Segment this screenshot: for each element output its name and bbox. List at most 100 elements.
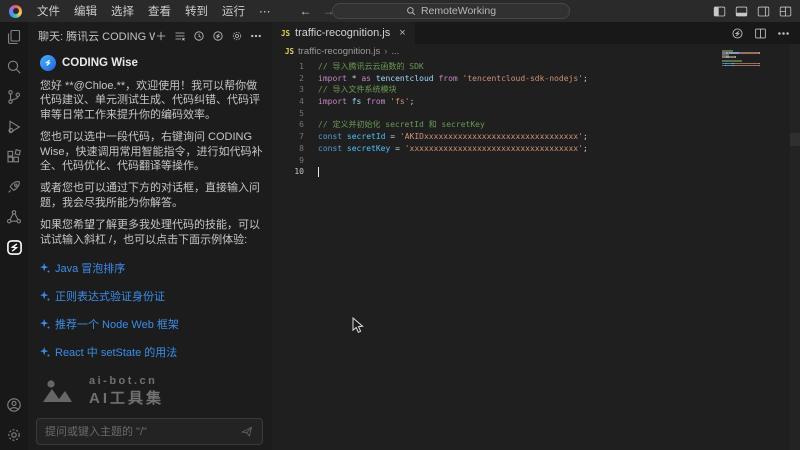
chat-panel-header: 聊天: 腾讯云 CODING WISE [28, 22, 272, 46]
example-links: Java 冒泡排序 正则表达式验证身份证 推荐一个 Node Web 框架 Re… [40, 260, 263, 360]
watermark-line1: ai-bot.cn [89, 375, 164, 387]
chat-input[interactable] [45, 426, 234, 438]
send-icon[interactable] [240, 425, 254, 438]
menu-bar: 文件 编辑 选择 查看 转到 运行 ⋯ [30, 3, 278, 19]
line-number: 1 [272, 61, 304, 73]
code-line[interactable]: 9 [272, 155, 800, 167]
toggle-secondary-sidebar-icon[interactable] [757, 5, 770, 18]
menu-more[interactable]: ⋯ [252, 4, 278, 18]
breadcrumb-file[interactable]: traffic-recognition.js [298, 46, 380, 57]
menu-edit[interactable]: 编辑 [67, 3, 104, 19]
share-icon[interactable] [0, 202, 28, 232]
assistant-name: CODING Wise [62, 57, 138, 69]
title-bar: 文件 编辑 选择 查看 转到 运行 ⋯ ← → RemoteWorking [0, 0, 800, 22]
chat-paragraph: 您好 **@Chloe.**，欢迎使用！我可以帮你做代码建议、单元测试生成、代码… [40, 79, 263, 122]
scrollbar[interactable] [790, 44, 800, 450]
split-editor-icon[interactable] [754, 27, 767, 40]
customize-layout-icon[interactable] [779, 5, 792, 18]
rocket-icon[interactable] [0, 172, 28, 202]
menu-go[interactable]: 转到 [178, 3, 215, 19]
history-icon[interactable] [193, 30, 205, 42]
breadcrumb-symbol[interactable]: ... [391, 46, 399, 57]
editor-actions [731, 22, 790, 44]
js-file-icon: JS [281, 29, 290, 38]
coding-wise-circle-icon[interactable] [731, 27, 744, 40]
tab-bar: JS traffic-recognition.js × [272, 22, 800, 44]
settings-gear-icon[interactable] [0, 420, 28, 450]
js-file-icon: JS [285, 47, 294, 56]
sparkle-icon [40, 291, 50, 301]
chat-panel: 聊天: 腾讯云 CODING WISE CODING Wise 您好 **@Ch… [28, 22, 272, 450]
search-icon[interactable] [0, 52, 28, 82]
coding-wise-circle-icon[interactable] [212, 30, 224, 42]
more-actions-icon[interactable] [250, 30, 262, 42]
new-chat-icon[interactable] [155, 30, 167, 42]
line-number: 4 [272, 96, 304, 108]
assistant-avatar [40, 55, 56, 71]
workspace-name: RemoteWorking [421, 5, 496, 17]
line-number: 8 [272, 143, 304, 155]
menu-file[interactable]: 文件 [30, 3, 67, 19]
watermark: ai-bot.cn AI工具集 [42, 375, 263, 408]
example-link-react[interactable]: React 中 setState 的用法 [40, 344, 263, 360]
code-line[interactable]: 6// 定义并初始化 secretId 和 secretKey [272, 119, 800, 131]
minimap[interactable] [722, 50, 764, 70]
chat-message: CODING Wise 您好 **@Chloe.**，欢迎使用！我可以帮你做代码… [28, 55, 272, 408]
chat-paragraph: 您也可以选中一段代码，右键询问 CODING Wise，快速调用常用智能指令，进… [40, 130, 263, 173]
menu-selection[interactable]: 选择 [104, 3, 141, 19]
more-actions-icon[interactable] [777, 27, 790, 40]
sparkle-icon [40, 319, 50, 329]
scrollbar-thumb[interactable] [790, 133, 800, 146]
code-line[interactable]: 1// 导入腾讯云云函数的 SDK [272, 61, 800, 73]
command-center[interactable]: RemoteWorking [332, 3, 570, 19]
toggle-sidebar-icon[interactable] [713, 5, 726, 18]
code-editor[interactable]: 1// 导入腾讯云云函数的 SDK2import * as tencentclo… [272, 58, 800, 178]
chat-panel-title: 聊天: 腾讯云 CODING WISE [38, 28, 155, 44]
menu-run[interactable]: 运行 [215, 3, 252, 19]
tab-traffic-recognition[interactable]: JS traffic-recognition.js × [272, 22, 415, 44]
chat-settings-gear-icon[interactable] [231, 30, 243, 42]
toggle-panel-icon[interactable] [735, 5, 748, 18]
code-line[interactable]: 4import fs from 'fs'; [272, 96, 800, 108]
code-line[interactable]: 5 [272, 108, 800, 120]
line-number: 9 [272, 155, 304, 167]
activity-bar [0, 22, 28, 450]
source-control-icon[interactable] [0, 82, 28, 112]
explorer-icon[interactable] [0, 22, 28, 52]
chat-paragraph: 如果您希望了解更多我处理代码的技能，可以试试输入斜杠 /，也可以点击下面示例体验… [40, 218, 263, 247]
run-and-debug-icon[interactable] [0, 112, 28, 142]
chat-input-box [36, 418, 263, 445]
sparkle-icon [40, 347, 50, 357]
coding-logo-icon [9, 5, 22, 18]
code-line[interactable]: 8const secretKey = 'xxxxxxxxxxxxxxxxxxxx… [272, 143, 800, 155]
code-line[interactable]: 10 [272, 166, 800, 178]
editor-area: JS traffic-recognition.js × JS traffic-r… [272, 22, 800, 450]
back-arrow-icon[interactable]: ← [300, 4, 312, 18]
sparkle-icon [40, 263, 50, 273]
tab-close-icon[interactable]: × [399, 27, 405, 39]
line-number: 2 [272, 73, 304, 85]
chat-paragraph: 或者您也可以通过下方的对话框，直接输入问题，我会尽我所能为你解答。 [40, 181, 263, 210]
text-cursor [318, 167, 319, 177]
breadcrumb: JS traffic-recognition.js › ... [272, 44, 800, 58]
menu-view[interactable]: 查看 [141, 3, 178, 19]
extensions-icon[interactable] [0, 142, 28, 172]
watermark-logo-icon [42, 378, 82, 406]
tab-label: traffic-recognition.js [295, 27, 390, 39]
code-line[interactable]: 7const secretId = 'AKIDxxxxxxxxxxxxxxxxx… [272, 131, 800, 143]
chat-list-icon[interactable] [174, 30, 186, 42]
example-link-node[interactable]: 推荐一个 Node Web 框架 [40, 316, 263, 332]
example-link-regex[interactable]: 正则表达式验证身份证 [40, 288, 263, 304]
account-icon[interactable] [0, 390, 28, 420]
example-link-java[interactable]: Java 冒泡排序 [40, 260, 263, 276]
line-number: 3 [272, 84, 304, 96]
code-lines: 1// 导入腾讯云云函数的 SDK2import * as tencentclo… [272, 61, 800, 178]
line-number: 5 [272, 108, 304, 120]
search-icon [406, 6, 416, 16]
line-number: 10 [272, 166, 304, 178]
line-number: 6 [272, 119, 304, 131]
assistant-header: CODING Wise [40, 55, 263, 71]
code-line[interactable]: 3// 导入文件系统模块 [272, 84, 800, 96]
coding-wise-icon[interactable] [0, 232, 28, 262]
code-line[interactable]: 2import * as tencentcloud from 'tencentc… [272, 73, 800, 85]
